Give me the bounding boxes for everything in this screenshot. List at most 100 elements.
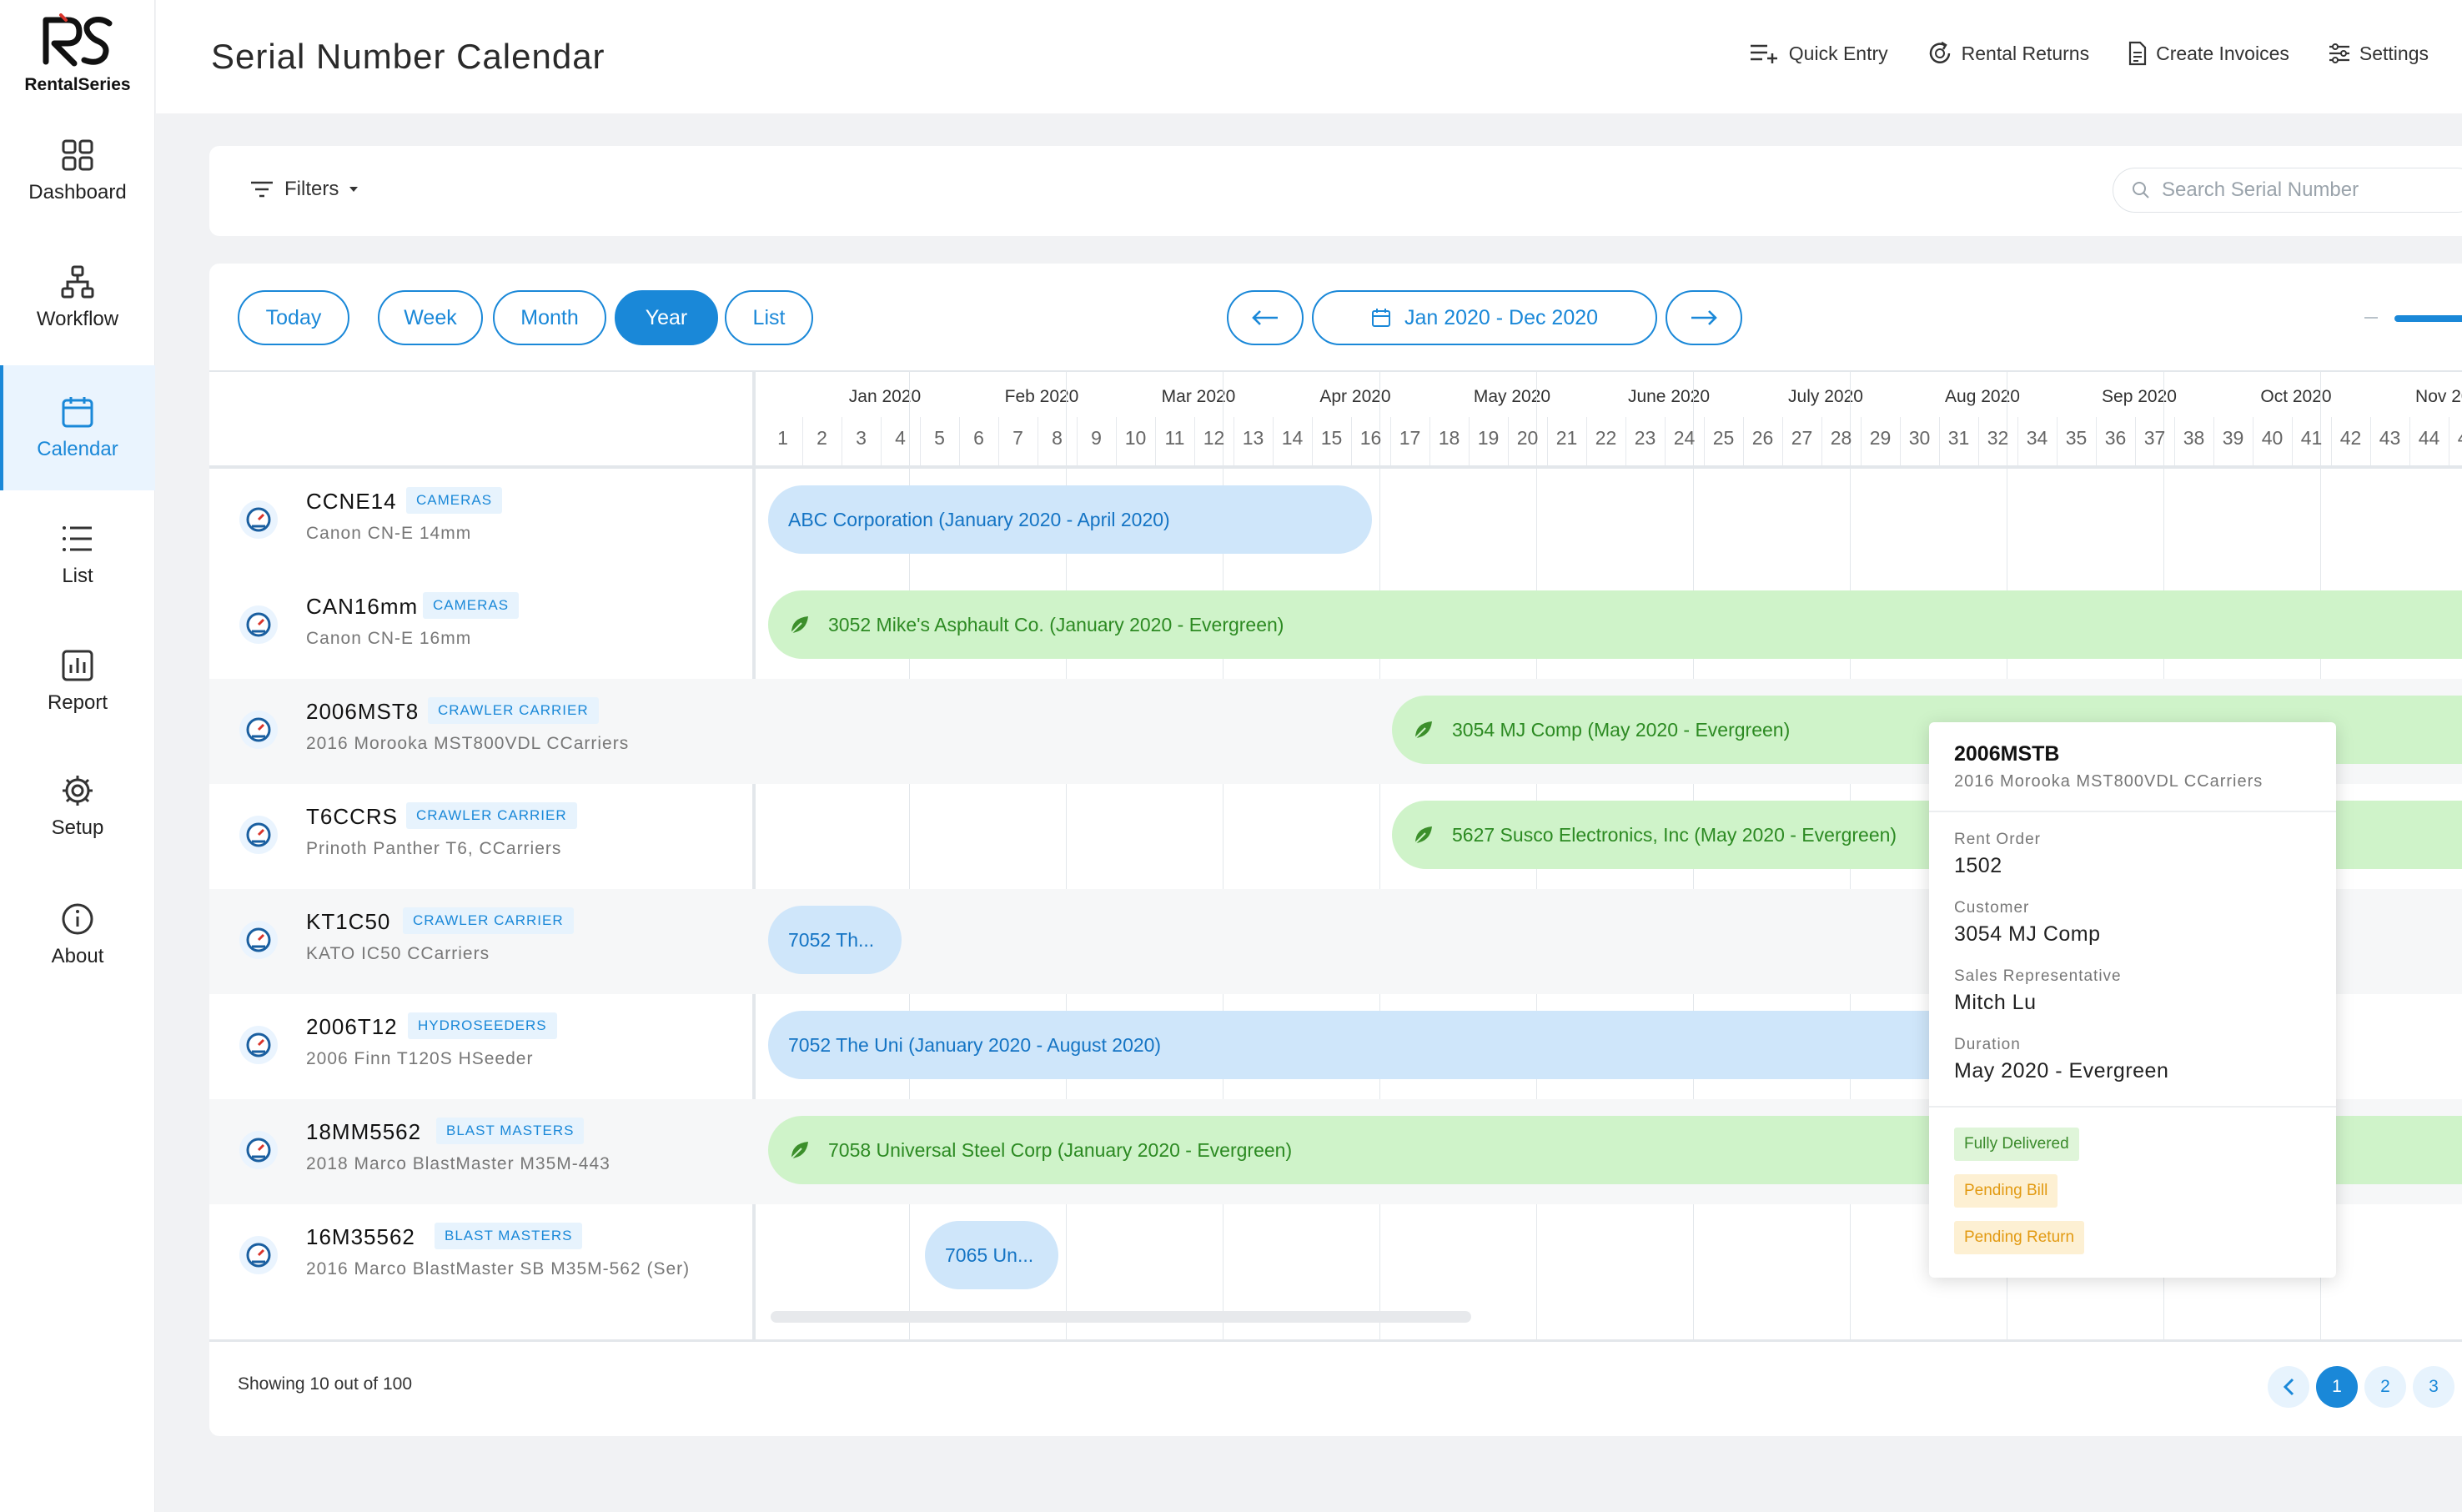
- week-number: 16: [1359, 427, 1382, 449]
- week-number: 13: [1242, 427, 1264, 449]
- sidebar-item-label: List: [62, 565, 93, 587]
- rental-returns-label: Rental Returns: [1961, 42, 2090, 64]
- page-button[interactable]: 1: [2316, 1366, 2358, 1408]
- page-title: Serial Number Calendar: [211, 37, 605, 76]
- model-name: 2018 Marco BlastMaster M35M-443: [306, 1154, 610, 1173]
- report-icon: [62, 650, 93, 681]
- gauge-icon: [239, 500, 278, 539]
- view-week-button[interactable]: Week: [378, 290, 483, 345]
- week-number: 7: [1012, 427, 1023, 449]
- settings-label: Settings: [2359, 42, 2429, 64]
- serial-number[interactable]: 16M35562: [306, 1224, 415, 1250]
- settings-icon: [2329, 43, 2349, 63]
- category-badge: CRAWLER CARRIER: [428, 697, 599, 724]
- settings-button[interactable]: Settings: [2328, 40, 2429, 67]
- week-number: 41: [2300, 427, 2323, 449]
- prev-page-button[interactable]: [2268, 1366, 2309, 1408]
- page-button[interactable]: 2: [2364, 1366, 2406, 1408]
- view-today-button[interactable]: Today: [238, 290, 349, 345]
- week-number: 3: [856, 427, 867, 449]
- serial-number[interactable]: 2006MST8: [306, 699, 419, 725]
- page-button[interactable]: 3: [2413, 1366, 2454, 1408]
- arrow-left-icon: [1252, 310, 1278, 325]
- brand-name: RentalSeries: [24, 75, 131, 94]
- serial-number[interactable]: CCNE14: [306, 489, 397, 515]
- header-actions: Quick Entry Rental Returns Create Invoic…: [1749, 40, 2429, 67]
- invoice-icon: [2128, 41, 2147, 66]
- week-number: 44: [2418, 427, 2440, 449]
- filters-label: Filters: [284, 178, 339, 200]
- zoom-track[interactable]: [2394, 315, 2462, 322]
- filter-icon: [251, 181, 273, 198]
- booking-bar[interactable]: 7052 Th...: [768, 906, 902, 974]
- view-year-button[interactable]: Year: [615, 290, 718, 345]
- booking-bar[interactable]: 7065 Un...: [925, 1221, 1058, 1289]
- week-number: 32: [1987, 427, 2009, 449]
- serial-number[interactable]: CAN16mm: [306, 594, 418, 620]
- next-range-button[interactable]: [1666, 290, 1742, 345]
- week-number: 6: [973, 427, 984, 449]
- week-number: 43: [2379, 427, 2401, 449]
- grid-icon: [62, 139, 93, 171]
- arrow-right-icon: [1691, 310, 1717, 325]
- view-list-button[interactable]: List: [725, 290, 813, 345]
- sidebar-item-report[interactable]: Report: [0, 619, 155, 744]
- week-number: 4: [895, 427, 906, 449]
- week-number: 5: [934, 427, 945, 449]
- create-invoices-button[interactable]: Create Invoices: [2128, 40, 2289, 67]
- week-number: 34: [2026, 427, 2048, 449]
- week-number: 39: [2222, 427, 2244, 449]
- week-number: 19: [1477, 427, 1500, 449]
- status-badge: Pending Return: [1954, 1221, 2085, 1254]
- workflow-icon: [61, 265, 94, 299]
- rental-returns-button[interactable]: Rental Returns: [1927, 40, 2089, 67]
- date-range-button[interactable]: Jan 2020 - Dec 2020: [1312, 290, 1657, 345]
- booking-label: 7065 Un...: [945, 1243, 1034, 1266]
- search-field[interactable]: [2113, 168, 2462, 213]
- quick-entry-button[interactable]: Quick Entry: [1749, 40, 1888, 67]
- week-number: 2: [816, 427, 827, 449]
- booking-label: 5627 Susco Electronics, Inc (May 2020 - …: [1452, 823, 1897, 846]
- leaf-icon: [791, 1142, 808, 1159]
- footer-divider: [209, 1339, 2462, 1342]
- week-number: 8: [1052, 427, 1063, 449]
- duration-label: Duration: [1954, 1036, 2021, 1053]
- sidebar-item-setup[interactable]: Setup: [0, 744, 155, 869]
- week-number: 30: [1908, 427, 1931, 449]
- serial-number[interactable]: 18MM5562: [306, 1119, 421, 1145]
- week-number: 23: [1634, 427, 1656, 449]
- week-number: 26: [1751, 427, 1774, 449]
- sidebar-item-calendar[interactable]: Calendar: [0, 365, 155, 490]
- serial-number[interactable]: 2006T12: [306, 1014, 398, 1040]
- week-number: 29: [1869, 427, 1892, 449]
- gauge-icon: [239, 605, 278, 644]
- serial-number[interactable]: T6CCRS: [306, 804, 398, 830]
- booking-details-popup: 2006MSTB 2016 Morooka MST800VDL CCarrier…: [1929, 722, 2336, 1278]
- sidebar-item-workflow[interactable]: Workflow: [0, 235, 155, 360]
- search-input[interactable]: [2162, 178, 2437, 202]
- booking-bar[interactable]: 3052 Mike's Asphault Co. (January 2020 -…: [768, 590, 2462, 659]
- booking-label: ABC Corporation (January 2020 - April 20…: [788, 508, 1170, 530]
- sidebar-item-dashboard[interactable]: Dashboard: [0, 108, 155, 234]
- sidebar-item-list[interactable]: List: [0, 492, 155, 617]
- popup-model: 2016 Morooka MST800VDL CCarriers: [1954, 772, 2264, 791]
- booking-bar[interactable]: ABC Corporation (January 2020 - April 20…: [768, 485, 1372, 554]
- month-label: Sep 2020: [2102, 387, 2177, 406]
- gauge-icon: [239, 1026, 278, 1064]
- filters-dropdown[interactable]: Filters: [249, 178, 359, 201]
- zoom-slider[interactable]: [2364, 315, 2462, 322]
- week-number: 11: [1164, 427, 1185, 449]
- sidebar-item-about[interactable]: About: [0, 872, 155, 997]
- rs-logo-icon: [43, 13, 113, 67]
- view-month-button[interactable]: Month: [493, 290, 606, 345]
- popup-divider: [1929, 811, 2336, 812]
- create-invoices-label: Create Invoices: [2156, 42, 2289, 64]
- sidebar-item-label: Report: [47, 691, 108, 714]
- horizontal-scrollbar[interactable]: [771, 1311, 1471, 1323]
- serial-number[interactable]: KT1C50: [306, 909, 390, 935]
- model-name: 2016 Marco BlastMaster SB M35M-562 (Ser): [306, 1259, 691, 1278]
- grid-top-line: [209, 370, 2462, 372]
- month-label: Jan 2020: [848, 387, 922, 406]
- prev-range-button[interactable]: [1227, 290, 1304, 345]
- app-logo[interactable]: RentalSeries: [0, 13, 155, 95]
